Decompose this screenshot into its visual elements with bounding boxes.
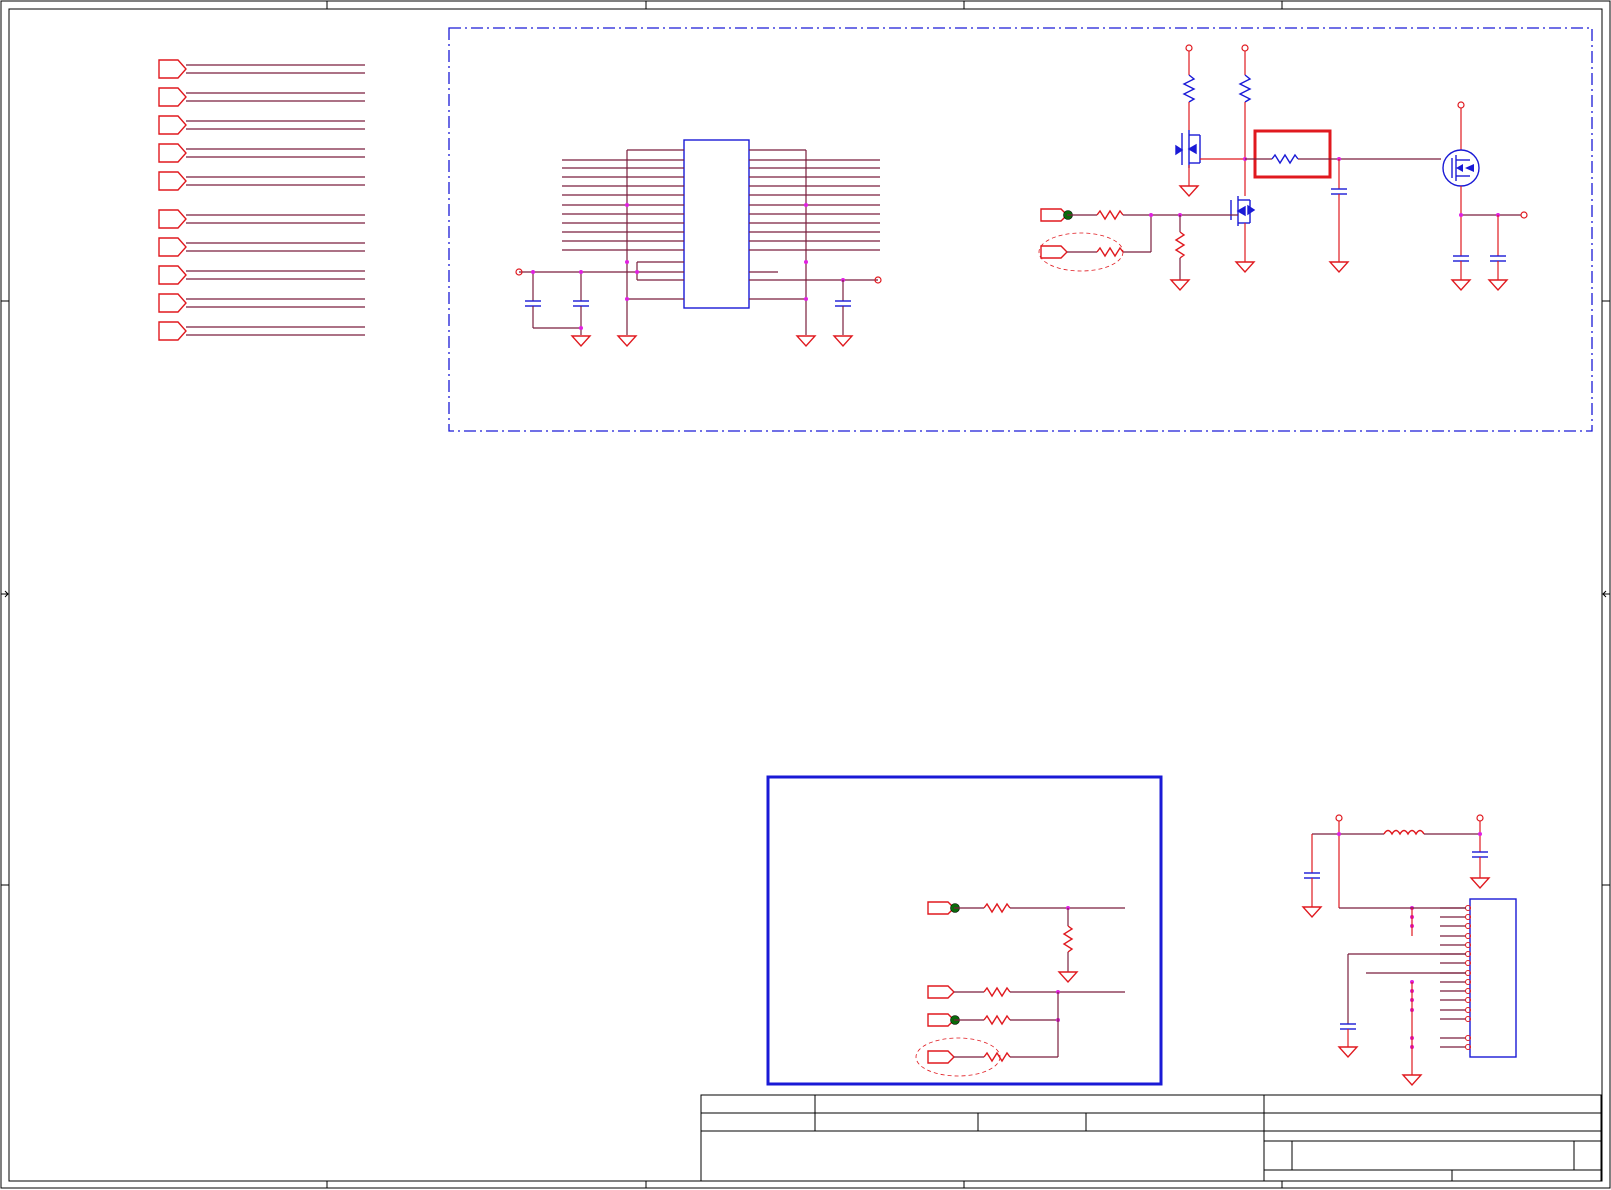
ground-symbol bbox=[1301, 906, 1323, 919]
ground-symbol bbox=[1401, 1074, 1423, 1087]
port-connector bbox=[158, 265, 187, 285]
resistor bbox=[1096, 246, 1124, 258]
inductor bbox=[1383, 829, 1425, 836]
port-connector bbox=[158, 87, 187, 107]
ground-symbol bbox=[1169, 279, 1191, 292]
port-group-top bbox=[158, 59, 365, 341]
resistor bbox=[1096, 209, 1124, 221]
port-connector bbox=[158, 293, 187, 313]
resistor-r-pullup bbox=[1182, 74, 1196, 103]
port-connector-pair bbox=[158, 59, 365, 79]
highlight-box bbox=[1253, 129, 1332, 179]
ic-right-pins bbox=[749, 159, 880, 273]
port-connector bbox=[927, 1050, 955, 1064]
power-port bbox=[1185, 44, 1193, 52]
port-connector-pair bbox=[158, 143, 365, 163]
port-connector bbox=[158, 115, 187, 135]
resistor bbox=[983, 1051, 1011, 1063]
title-block bbox=[700, 1094, 1602, 1182]
port-connector bbox=[927, 985, 955, 999]
port-connector-pair bbox=[158, 87, 365, 107]
port-connector bbox=[927, 1013, 955, 1027]
resistor bbox=[983, 902, 1011, 914]
connector-body bbox=[1469, 898, 1517, 1058]
port-connector bbox=[158, 143, 187, 163]
power-port-output bbox=[1520, 211, 1528, 219]
mosfet-q1 bbox=[1175, 130, 1201, 168]
ic-package-u1 bbox=[515, 139, 882, 348]
ground-symbol bbox=[1487, 279, 1509, 292]
ground-symbol bbox=[1328, 261, 1350, 274]
port-connector bbox=[158, 237, 187, 257]
port-connector bbox=[158, 321, 187, 341]
connector-pins bbox=[1410, 905, 1471, 1050]
resistor bbox=[983, 1014, 1011, 1026]
power-port bbox=[1241, 44, 1249, 52]
power-port bbox=[1457, 101, 1465, 109]
port-connector-pair bbox=[158, 293, 365, 313]
port-connector-pair bbox=[158, 321, 365, 341]
port-connector bbox=[158, 59, 187, 79]
port-connector-pair bbox=[158, 209, 365, 229]
schematic-sheet bbox=[0, 0, 1611, 1189]
ground-symbol bbox=[832, 335, 854, 348]
resistor-series bbox=[1271, 153, 1299, 165]
resistor-r-pullup bbox=[1238, 74, 1252, 103]
ground-symbol bbox=[1469, 877, 1491, 890]
ground-symbol bbox=[795, 335, 817, 348]
dashed-region-outline bbox=[448, 27, 1593, 432]
port-connector bbox=[158, 209, 187, 229]
port-connector-pair bbox=[158, 265, 365, 285]
ground-symbol bbox=[570, 335, 592, 348]
ground-symbol bbox=[1450, 279, 1472, 292]
connector-j1-circuit bbox=[1301, 814, 1517, 1087]
power-port bbox=[1335, 814, 1343, 822]
port-connector bbox=[158, 171, 187, 191]
resistor bbox=[983, 986, 1011, 998]
resistor bbox=[1174, 231, 1186, 259]
ground-symbol bbox=[1057, 971, 1079, 984]
mosfet-q2 bbox=[1230, 196, 1256, 226]
port-connector-pair bbox=[158, 171, 365, 191]
port-connector bbox=[1040, 208, 1068, 222]
power-port bbox=[1476, 814, 1484, 822]
ic-left-pins bbox=[562, 159, 684, 251]
port-connector bbox=[1040, 245, 1068, 259]
ground-symbol bbox=[1337, 1046, 1359, 1059]
ground-symbol bbox=[1178, 185, 1200, 198]
ground-symbol bbox=[1234, 261, 1256, 274]
port-connector bbox=[927, 901, 955, 915]
ic-body bbox=[683, 139, 750, 309]
mosfet-switch-circuit bbox=[1038, 44, 1528, 292]
resistor bbox=[1062, 925, 1074, 953]
port-connector-column bbox=[158, 59, 365, 341]
port-connector-pair bbox=[158, 237, 365, 257]
boxed-subcircuit bbox=[766, 775, 1163, 1086]
ground-symbol bbox=[616, 335, 638, 348]
port-connector-pair bbox=[158, 115, 365, 135]
